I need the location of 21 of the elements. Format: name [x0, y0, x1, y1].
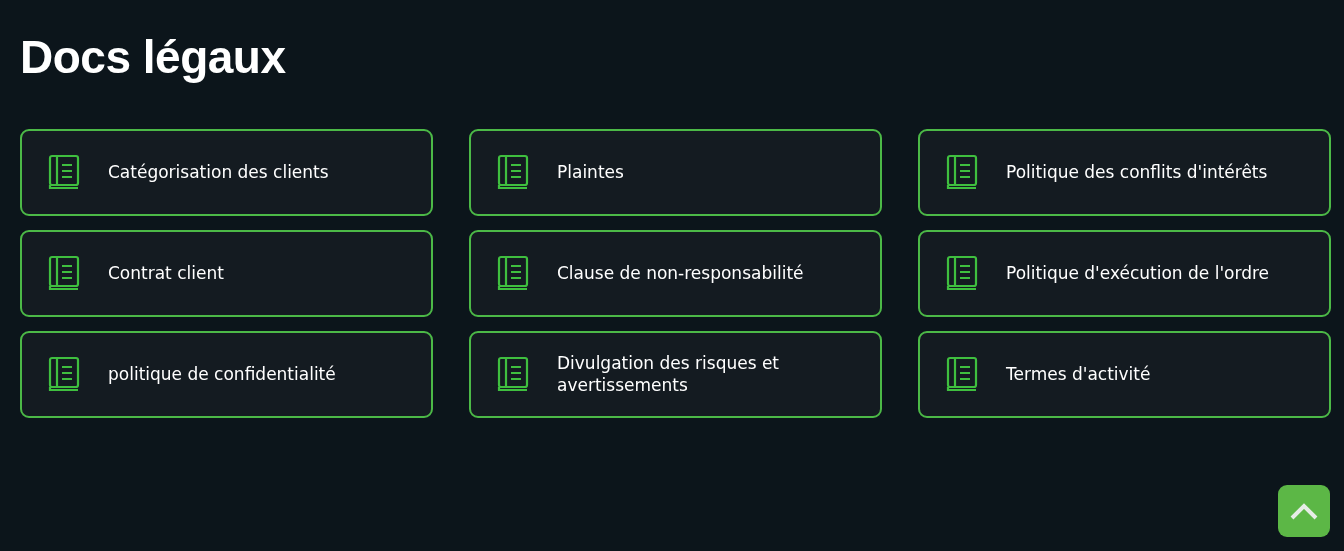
document-link[interactable]: Divulgation des risques et avertissements [469, 330, 882, 418]
book-icon [946, 153, 978, 191]
page-title: Docs légaux [20, 32, 287, 83]
book-icon [946, 355, 978, 393]
chevron-up-icon [1289, 502, 1319, 520]
document-link[interactable]: Politique d'exécution de l'ordre [918, 229, 1331, 317]
book-icon [497, 153, 529, 191]
document-link[interactable]: Catégorisation des clients [20, 128, 433, 216]
book-icon [48, 355, 80, 393]
book-icon [497, 355, 529, 393]
book-icon [48, 254, 80, 292]
book-icon [497, 254, 529, 292]
scroll-top-button[interactable] [1278, 485, 1330, 537]
book-icon [946, 254, 978, 292]
document-link[interactable]: politique de confidentialité [20, 330, 433, 418]
document-link[interactable]: Contrat client [20, 229, 433, 317]
document-link[interactable]: Plaintes [469, 128, 882, 216]
document-link[interactable]: Clause de non-responsabilité [469, 229, 882, 317]
document-link[interactable]: Termes d'activité [918, 330, 1331, 418]
book-icon [48, 153, 80, 191]
document-link[interactable]: Politique des conflits d'intérêts [918, 128, 1331, 216]
